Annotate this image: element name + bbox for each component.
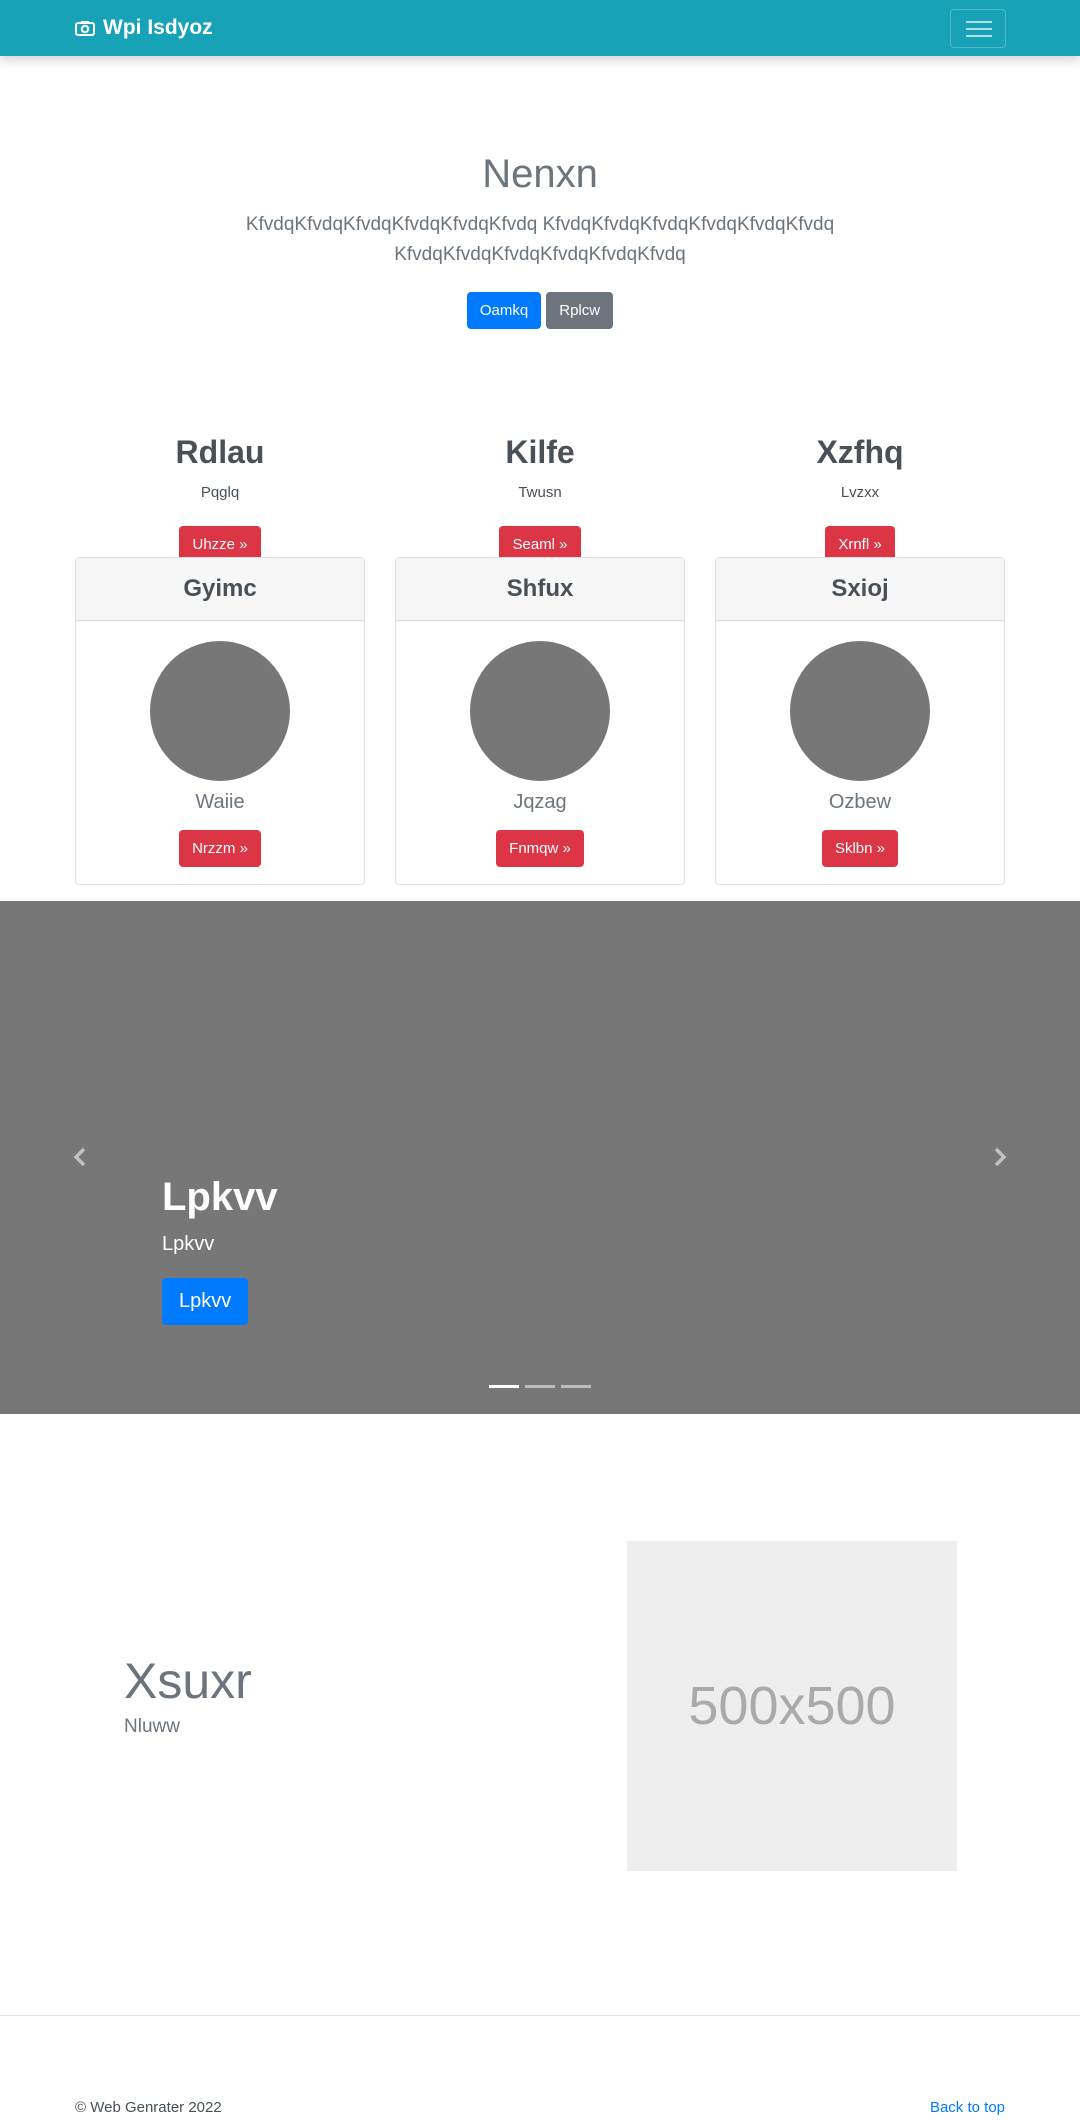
card-button[interactable]: Nrzzm » [179, 830, 261, 867]
carousel-indicator[interactable] [561, 1385, 591, 1388]
carousel-indicator[interactable] [525, 1385, 555, 1388]
hamburger-menu-icon [966, 35, 992, 37]
profile-card: Shfux Jqzag Fnmqw » [395, 557, 685, 885]
avatar [790, 641, 930, 781]
card-name: Waiie [195, 791, 245, 813]
avatar [470, 641, 610, 781]
carousel-indicators [0, 1385, 1080, 1388]
feature-column: Rdlau Pqglq Uhzze » [75, 430, 365, 563]
back-to-top-link[interactable]: Back to top [930, 2099, 1005, 2116]
feature-text: Lvzxx [840, 484, 880, 501]
card-header: Gyimc [76, 558, 364, 621]
avatar [150, 641, 290, 781]
profile-card: Gyimc Waiie Nrzzm » [75, 557, 365, 885]
feature-title: Xzfhq [816, 434, 904, 470]
hero-buttons: Oamkq Rplcw [0, 292, 1080, 329]
copyright-text: © Web Genrater 2022 [75, 2099, 222, 2116]
carousel-button[interactable]: Lpkvv [162, 1278, 249, 1325]
card-name: Ozbew [828, 791, 892, 813]
footer-divider [0, 2015, 1080, 2016]
carousel-title: Lpkvv [162, 1175, 278, 1219]
hamburger-menu-icon [966, 21, 992, 23]
hero-title: Nenxn [482, 152, 598, 196]
chevron-left-icon[interactable] [69, 1145, 93, 1169]
featurette-heading: Xsuxr [124, 1653, 252, 1709]
hero-secondary-button[interactable]: Rplcw [546, 292, 614, 329]
card-header: Shfux [396, 558, 684, 621]
hero-primary-button[interactable]: Oamkq [466, 292, 542, 329]
feature-column: Xzfhq Lvzxx Xrnfl » [715, 430, 1005, 563]
placeholder-image-label: 500x500 [688, 1676, 896, 1736]
chevron-right-icon[interactable] [987, 1145, 1011, 1169]
card-button[interactable]: Sklbn » [821, 830, 899, 867]
navbar-toggler-button[interactable] [950, 9, 1006, 48]
carousel: Lpkvv Lpkvv Lpkvv [0, 901, 1080, 1414]
card-header: Sxioj [716, 558, 1004, 621]
placeholder-image: 500x500 [627, 1541, 957, 1871]
featurette-lead: Nluww [124, 1716, 180, 1737]
navbar: Wpi Isdyoz [0, 0, 1080, 56]
feature-title: Kilfe [505, 434, 575, 470]
card-name: Jqzag [513, 791, 567, 813]
feature-column: Kilfe Twusn Seaml » [395, 430, 685, 563]
carousel-indicator[interactable] [489, 1385, 519, 1388]
feature-title: Rdlau [175, 434, 265, 470]
profile-card: Sxioj Ozbew Sklbn » [715, 557, 1005, 885]
card-button[interactable]: Fnmqw » [496, 830, 584, 867]
feature-text: Twusn [518, 484, 562, 501]
camera-icon [75, 21, 95, 36]
hamburger-menu-icon [966, 28, 992, 30]
brand-name: Wpi Isdyoz [103, 16, 213, 39]
carousel-subtitle: Lpkvv [162, 1233, 215, 1255]
feature-text: Pqglq [200, 484, 240, 501]
hero-lead: KfvdqKfvdqKfvdqKfvdqKfvdqKfvdq KfvdqKfvd… [245, 214, 835, 265]
brand-link[interactable]: Wpi Isdyoz [75, 0, 213, 56]
